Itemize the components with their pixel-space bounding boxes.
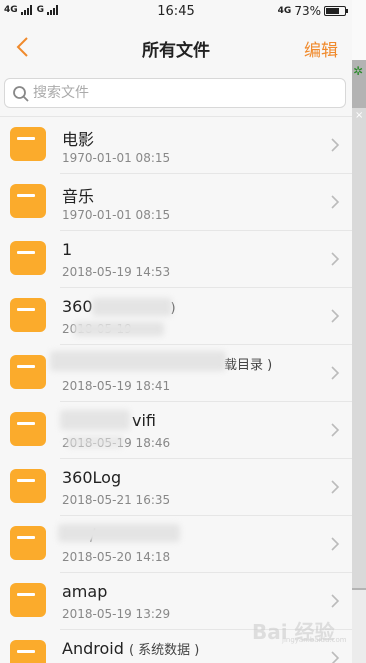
- search-icon: [13, 86, 29, 102]
- folder-icon: [10, 526, 46, 560]
- redacted-area: [92, 298, 172, 316]
- baidu-watermark: Bai 经验 jingyan.baidu.com: [246, 612, 347, 644]
- gear-icon: ✲: [353, 64, 364, 78]
- list-item[interactable]: 音乐 1970-01-01 08:15: [0, 174, 352, 231]
- file-date: 2018-05-19 13:29: [62, 607, 171, 621]
- page-title: 所有文件: [142, 41, 210, 61]
- chevron-right-icon: [331, 423, 340, 437]
- chevron-right-icon: [331, 651, 340, 663]
- folder-icon: [10, 469, 46, 503]
- file-name: amap: [62, 582, 108, 601]
- file-date: 2018-05-19 14:53: [62, 265, 171, 279]
- chevron-right-icon: [331, 309, 340, 323]
- search-input[interactable]: [33, 79, 333, 107]
- folder-icon: [10, 355, 46, 389]
- search-box[interactable]: [4, 78, 346, 108]
- chevron-right-icon: [331, 252, 340, 266]
- list-item[interactable]: / 2018-05-20 14:18: [0, 516, 352, 573]
- watermark-subtext: jingyan.baidu.com: [282, 636, 347, 644]
- file-name: 360Log: [62, 468, 122, 487]
- redacted-area: [66, 436, 124, 448]
- list-item[interactable]: vifi 2018-05-19 18:46: [0, 402, 352, 459]
- edge-panel: [352, 108, 366, 588]
- title-bar: 所有文件 编辑: [0, 24, 352, 70]
- list-item[interactable]: 360) 2018-05-19: [0, 288, 352, 345]
- file-name: Android ( 系统数据 ): [62, 639, 200, 658]
- file-date: 1970-01-01 08:15: [62, 151, 171, 165]
- redacted-area: [50, 351, 226, 371]
- chevron-right-icon: [331, 195, 340, 209]
- chevron-right-icon: [331, 366, 340, 380]
- folder-icon: [10, 640, 46, 663]
- chevron-right-icon: [331, 138, 340, 152]
- file-manager-screen: 4G G 16:45 4G 73% 所有文件 编辑 电影: [0, 0, 352, 663]
- edit-button[interactable]: 编辑: [304, 36, 338, 61]
- list-item[interactable]: 载目录 ) 2018-05-19 18:41: [0, 345, 352, 402]
- file-date: 1970-01-01 08:15: [62, 208, 171, 222]
- background-window-edge: ✲ ×: [352, 0, 366, 663]
- battery-icon: [324, 6, 348, 16]
- file-date: 2018-05-21 16:35: [62, 493, 171, 507]
- file-name: 1: [62, 240, 73, 259]
- redacted-area: [74, 322, 164, 336]
- edge-top: [352, 0, 366, 60]
- folder-icon: [10, 298, 46, 332]
- folder-icon: [10, 184, 46, 218]
- chevron-right-icon: [331, 537, 340, 551]
- chevron-right-icon: [331, 480, 340, 494]
- file-date: 2018-05-20 14:18: [62, 550, 171, 564]
- folder-icon: [10, 241, 46, 275]
- redacted-area: [58, 524, 180, 542]
- file-list: 电影 1970-01-01 08:15 音乐 1970-01-01 08:15 …: [0, 117, 352, 663]
- file-name: 音乐: [62, 187, 95, 206]
- folder-icon: [10, 127, 46, 161]
- folder-icon: [10, 583, 46, 617]
- network-label: 4G: [277, 6, 292, 16]
- folder-icon: [10, 412, 46, 446]
- list-item[interactable]: 电影 1970-01-01 08:15: [0, 117, 352, 174]
- list-item[interactable]: 360Log 2018-05-21 16:35: [0, 459, 352, 516]
- battery-percent: 73%: [294, 4, 321, 18]
- file-date: 2018-05-19 18:41: [62, 379, 171, 393]
- edge-bottom: [352, 590, 366, 663]
- redacted-area: [60, 410, 130, 430]
- chevron-right-icon: [331, 594, 340, 608]
- status-bar: 4G G 16:45 4G 73%: [0, 0, 352, 24]
- file-name: 电影: [62, 130, 95, 149]
- list-item[interactable]: 1 2018-05-19 14:53: [0, 231, 352, 288]
- close-icon: ×: [355, 110, 364, 121]
- battery-area: 4G 73%: [277, 4, 348, 18]
